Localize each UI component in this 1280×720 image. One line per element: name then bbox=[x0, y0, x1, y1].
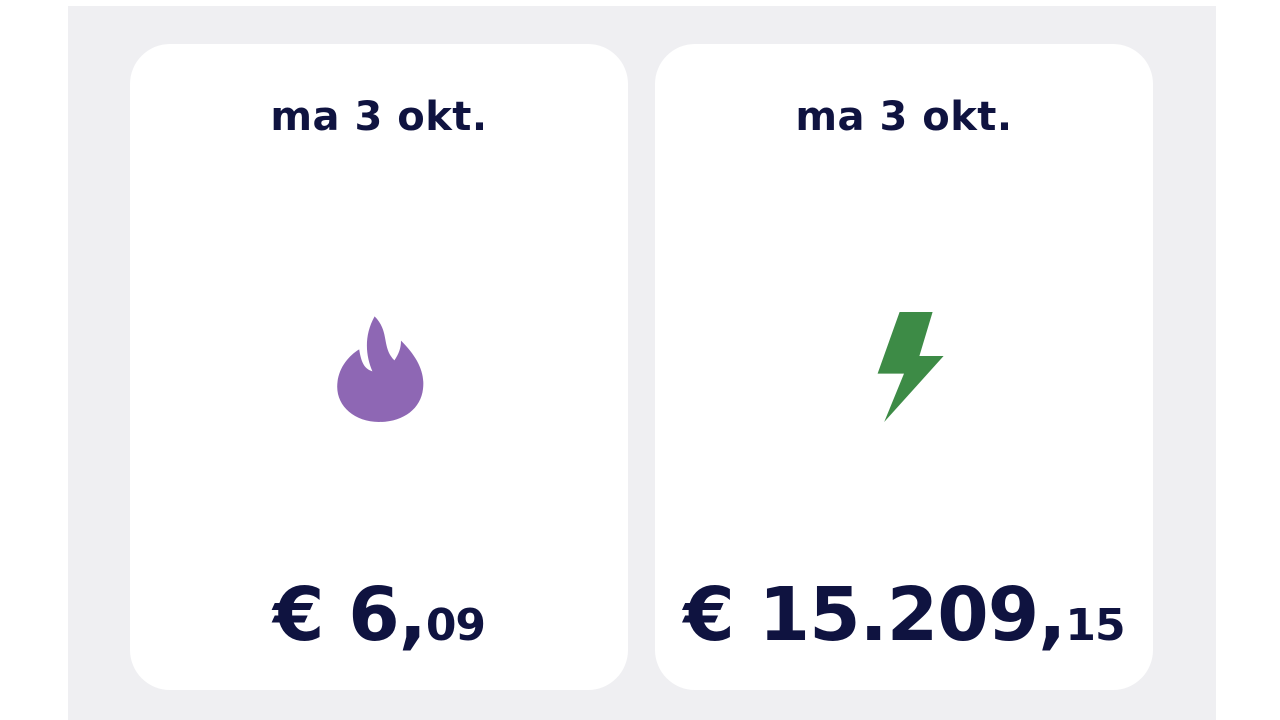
gas-cost-amount: € 6,09 bbox=[130, 572, 628, 658]
amount-main: € 6, bbox=[272, 572, 427, 658]
cost-overview-panel: ma 3 okt. € 6,09 ma 3 okt. € 15.209,15 bbox=[68, 6, 1216, 720]
electricity-cost-card[interactable]: ma 3 okt. € 15.209,15 bbox=[655, 44, 1153, 690]
flame-icon bbox=[324, 312, 434, 422]
amount-main: € 15.209, bbox=[683, 572, 1066, 658]
gas-cost-card[interactable]: ma 3 okt. € 6,09 bbox=[130, 44, 628, 690]
amount-cents: 09 bbox=[425, 600, 486, 651]
card-date: ma 3 okt. bbox=[795, 94, 1013, 140]
electricity-cost-amount: € 15.209,15 bbox=[655, 572, 1153, 658]
amount-cents: 15 bbox=[1065, 600, 1125, 651]
card-date: ma 3 okt. bbox=[270, 94, 488, 140]
lightning-bolt-icon bbox=[849, 312, 959, 422]
